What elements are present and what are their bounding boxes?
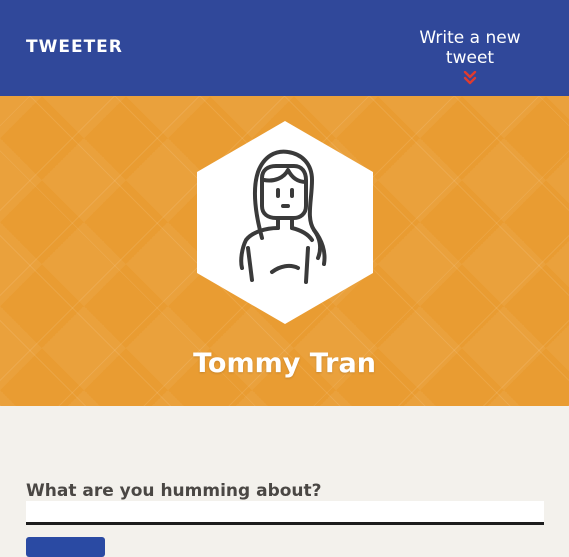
- write-new-tweet-label[interactable]: Write a new tweet: [395, 28, 545, 68]
- logo[interactable]: TWEETER: [26, 37, 123, 57]
- tweet-input[interactable]: [26, 501, 544, 525]
- profile-name: Tommy Tran: [193, 348, 376, 379]
- tweet-prompt-label: What are you humming about?: [26, 481, 322, 501]
- write-new-tweet-link[interactable]: Write a new tweet: [395, 28, 545, 85]
- submit-tweet-button[interactable]: [26, 537, 105, 557]
- avatar: [197, 121, 373, 324]
- profile-banner: Tommy Tran: [0, 96, 569, 406]
- double-chevron-down-icon[interactable]: [463, 71, 477, 85]
- navbar: TWEETER Write a new tweet: [0, 0, 569, 96]
